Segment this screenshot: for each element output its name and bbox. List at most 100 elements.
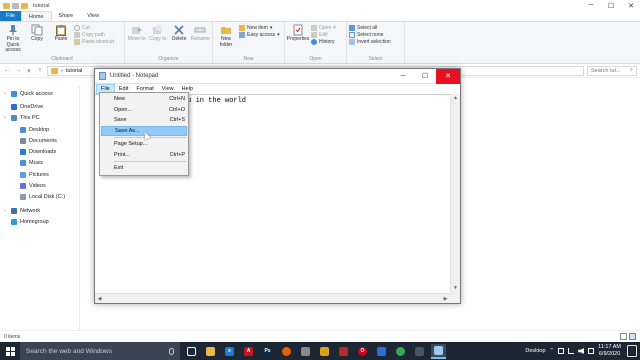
- nav-item-homegroup[interactable]: Homegroup: [0, 216, 79, 227]
- taskbar-task-view-button[interactable]: [184, 344, 199, 359]
- taskbar-search-input[interactable]: Search the web and Windows: [20, 342, 180, 360]
- microphone-icon[interactable]: [169, 347, 174, 355]
- copy-to-button[interactable]: Copy to: [148, 24, 167, 55]
- taskbar-edge-2-button[interactable]: [374, 344, 389, 359]
- invert-selection-button[interactable]: Invert selection: [349, 39, 391, 45]
- taskbar-paint-button[interactable]: [317, 344, 332, 359]
- cut-button[interactable]: Cut: [74, 25, 114, 31]
- nav-item-label: Music: [29, 160, 44, 167]
- menu-item-new[interactable]: New Ctrl+N: [100, 94, 188, 105]
- nav-item-onedrive[interactable]: OneDrive: [0, 101, 79, 112]
- chevron-right-icon[interactable]: ›: [4, 115, 8, 121]
- horizontal-scrollbar[interactable]: ◀ ▶: [95, 293, 450, 303]
- new-folder-icon: [221, 27, 231, 34]
- select-none-button[interactable]: Select none: [349, 32, 391, 38]
- edit-button[interactable]: Edit: [311, 32, 336, 38]
- action-center-icon[interactable]: [627, 345, 637, 357]
- taskbar-opera-button[interactable]: O: [355, 344, 370, 359]
- new-folder-button[interactable]: New folder: [215, 24, 237, 55]
- start-button[interactable]: [0, 342, 20, 360]
- paste-shortcut-button[interactable]: Paste shortcut: [74, 39, 114, 45]
- paste-button[interactable]: Paste: [50, 24, 72, 55]
- taskbar-file-explorer-button[interactable]: [203, 344, 218, 359]
- size-grip[interactable]: [450, 293, 460, 303]
- maximize-icon[interactable]: ☐: [602, 0, 620, 11]
- menu-item-exit[interactable]: Exit: [100, 163, 188, 174]
- nav-item-this-pc[interactable]: › This PC: [0, 113, 79, 124]
- copy-button[interactable]: Copy: [26, 24, 48, 55]
- forward-arrow-icon[interactable]: →: [14, 67, 22, 74]
- scroll-left-icon[interactable]: ◀: [95, 294, 104, 303]
- chevron-up-icon[interactable]: ⌃: [550, 348, 555, 354]
- properties-button[interactable]: Properties: [287, 24, 309, 55]
- nav-item-local-disk-c[interactable]: Local Disk (C:): [0, 192, 79, 203]
- search-input[interactable]: Search tut... ⌕: [587, 65, 637, 76]
- rename-button[interactable]: Rename: [191, 24, 210, 55]
- minimize-icon[interactable]: ─: [392, 69, 414, 84]
- large-icons-view-icon[interactable]: [629, 333, 636, 340]
- select-all-button[interactable]: Select all: [349, 25, 391, 31]
- taskbar-photos-button[interactable]: [298, 344, 313, 359]
- pin-quick-access-button[interactable]: Pin to Quick access: [2, 24, 24, 55]
- new-folder-icon[interactable]: [21, 2, 28, 9]
- chevron-right-icon[interactable]: ›: [4, 91, 8, 97]
- tab-home[interactable]: Home: [20, 11, 52, 21]
- taskbar-edge-button[interactable]: e: [222, 344, 237, 359]
- nav-item-downloads[interactable]: Downloads: [0, 146, 79, 157]
- move-to-button[interactable]: Move to: [127, 24, 146, 55]
- menu-item-open[interactable]: Open... Ctrl+O: [100, 105, 188, 116]
- chrome-icon: [396, 346, 405, 356]
- menu-item-page-setup[interactable]: Page Setup...: [100, 139, 188, 150]
- nav-item-desktop[interactable]: Desktop: [0, 124, 79, 135]
- chevron-right-icon[interactable]: ›: [4, 208, 8, 214]
- scroll-right-icon[interactable]: ▶: [441, 294, 450, 303]
- nav-item-pictures[interactable]: Pictures: [0, 169, 79, 180]
- chevron-down-icon[interactable]: ▾: [25, 67, 33, 75]
- history-button[interactable]: History: [311, 39, 336, 45]
- clock[interactable]: 11:17 AM 6/9/2020: [598, 344, 621, 358]
- close-icon[interactable]: ✕: [436, 68, 460, 84]
- taskbar-notepad-button[interactable]: [431, 343, 446, 359]
- clipboard-group-label: Clipboard: [51, 56, 73, 62]
- tab-view[interactable]: View: [80, 11, 106, 21]
- paste-icon: [56, 25, 66, 36]
- minimize-icon[interactable]: ─: [582, 0, 600, 11]
- notepad-titlebar[interactable]: Untitled - Notepad ─ ☐ ✕: [95, 68, 460, 84]
- scroll-up-icon[interactable]: ▲: [451, 94, 460, 103]
- new-item-button[interactable]: New item ▾: [239, 25, 280, 31]
- taskbar-app-gray-button[interactable]: [412, 344, 427, 359]
- nav-item-music[interactable]: Music: [0, 158, 79, 169]
- battery-icon[interactable]: [558, 348, 565, 354]
- taskbar-acrobat-button[interactable]: A: [241, 344, 256, 359]
- copy-path-button[interactable]: Copy path: [74, 32, 114, 38]
- taskbar-app-red-button[interactable]: [336, 344, 351, 359]
- nav-item-network[interactable]: › Network: [0, 205, 79, 216]
- maximize-icon[interactable]: ☐: [414, 69, 436, 84]
- up-arrow-icon[interactable]: ↑: [36, 67, 44, 74]
- taskbar-chrome-button[interactable]: [393, 344, 408, 359]
- volume-icon[interactable]: [578, 348, 585, 354]
- menu-item-print[interactable]: Print... Ctrl+P: [100, 150, 188, 161]
- tab-share[interactable]: Share: [52, 11, 81, 21]
- delete-button[interactable]: Delete: [170, 24, 189, 55]
- back-arrow-icon[interactable]: ←: [3, 67, 11, 74]
- details-view-icon[interactable]: [620, 333, 627, 340]
- scroll-down-icon[interactable]: ▼: [451, 284, 460, 293]
- menu-item-save[interactable]: Save Ctrl+S: [100, 115, 188, 126]
- taskbar-firefox-button[interactable]: [279, 344, 294, 359]
- taskbar-photoshop-button[interactable]: Ps: [260, 344, 275, 359]
- folder-icon: [3, 2, 10, 9]
- nav-item-documents[interactable]: Documents: [0, 135, 79, 146]
- keyboard-icon[interactable]: [588, 348, 595, 354]
- quick-access-toolbar-icon[interactable]: [12, 2, 19, 9]
- easy-access-button[interactable]: Easy access ▾: [239, 32, 280, 38]
- network-icon[interactable]: [568, 348, 575, 354]
- open-button[interactable]: Open ▾: [311, 25, 336, 31]
- close-icon[interactable]: ✕: [622, 0, 640, 11]
- navigation-pane: › Quick access OneDrive › This PC Desktop Docu…: [0, 86, 80, 330]
- tab-file[interactable]: File: [0, 11, 21, 21]
- desktop-toolbar-label[interactable]: Desktop: [525, 348, 545, 354]
- vertical-scrollbar[interactable]: ▲ ▼: [450, 94, 460, 293]
- nav-item-quick-access[interactable]: › Quick access: [0, 88, 79, 99]
- nav-item-videos[interactable]: Videos: [0, 180, 79, 191]
